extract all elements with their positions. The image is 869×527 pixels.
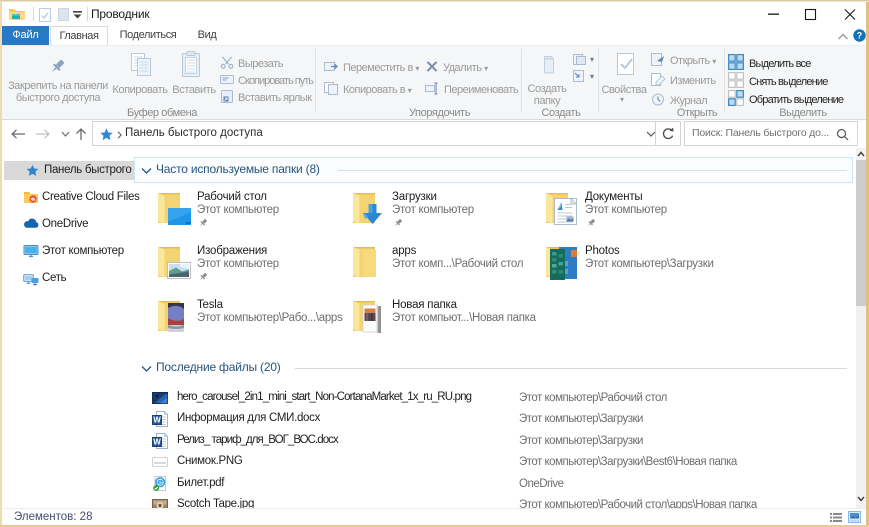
svg-text:▾: ▾ [590, 55, 594, 64]
svg-text:▾: ▾ [590, 72, 594, 81]
svg-text:?: ? [857, 31, 863, 41]
svg-text:W: W [153, 437, 161, 446]
svg-text:W: W [153, 416, 161, 425]
